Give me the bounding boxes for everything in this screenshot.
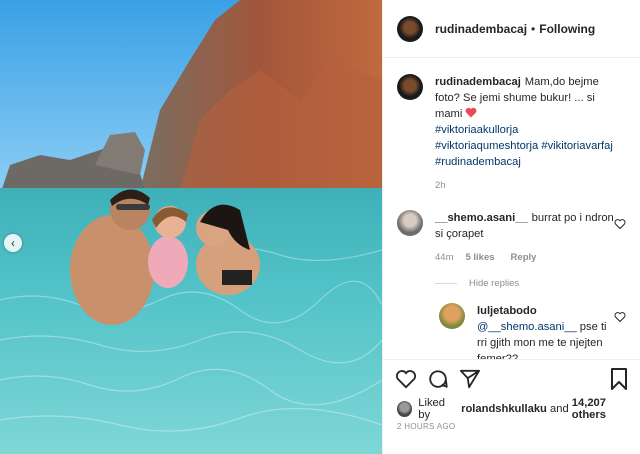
actions-divider [383,359,640,360]
instagram-post: ‹ rudinadembacaj • Following rudinademba… [0,0,640,454]
post-header: rudinadembacaj • Following [383,0,640,58]
reply-avatar[interactable] [439,303,465,329]
comment-icon [429,370,448,388]
comment-meta: 44m 5 likes Reply [435,250,615,266]
comment-button[interactable] [427,368,449,390]
share-button[interactable] [459,368,481,390]
carousel-prev-button[interactable]: ‹ [4,234,22,252]
caption-body: rudinadembacaj Mam,do bejme foto? Se jemi… [435,74,615,194]
comment-body: __shemo.asani__ burrat po i ndron si çora… [435,210,615,266]
caption-meta: 2h [435,178,615,194]
beach-family-photo [0,0,382,454]
replies-divider-line [435,283,457,284]
caption: rudinadembacaj Mam,do bejme foto? Se jemi… [397,74,626,194]
post-timestamp[interactable]: 2 HOURS AGO [397,422,455,431]
caption-avatar[interactable] [397,74,423,100]
liked-by-others[interactable]: 14,207 others [572,397,640,421]
comment-item: __shemo.asani__ burrat po i ndron si çora… [397,210,626,266]
caption-time[interactable]: 2h [435,178,446,194]
liked-by-user[interactable]: rolandshkullaku [461,403,547,415]
bookmark-icon [611,368,627,390]
reply-mention[interactable]: @__shemo.asani__ [477,321,577,333]
comment-time[interactable]: 44m [435,250,453,266]
save-button[interactable] [608,368,630,390]
post-photo[interactable]: ‹ [0,0,382,454]
liked-by-conjunction: and [550,403,569,415]
author-username[interactable]: rudinadembacaj [435,22,527,36]
comment-like-heart-icon[interactable] [614,218,626,230]
hashtag[interactable]: #viktoriaqumeshtorja [435,140,538,152]
liked-by-row: Liked by rolandshkullaku and 14,207 othe… [397,397,640,421]
separator-dot: • [531,21,536,36]
reply-like-heart-icon[interactable] [614,311,626,323]
hide-replies-toggle[interactable]: Hide replies [435,278,626,289]
heart-icon [395,370,417,389]
reply-username[interactable]: luljetabodo [477,305,537,317]
liker-avatar[interactable] [397,401,413,417]
caption-username[interactable]: rudinadembacaj [435,76,521,88]
liked-by-prefix: Liked by [418,397,445,421]
chevron-left-icon: ‹ [11,236,15,250]
comment-username[interactable]: __shemo.asani__ [435,212,528,224]
author-avatar[interactable] [397,15,423,42]
comments-section: rudinadembacaj Mam,do bejme foto? Se jemi… [383,58,640,360]
comment-likes[interactable]: 5 likes [465,250,494,266]
action-bar [395,364,630,394]
reply-body: luljetabodo @__shemo.asani__ pse ti rri … [477,303,617,360]
commenter-avatar[interactable] [397,210,423,236]
following-button[interactable]: Following [539,22,595,36]
hashtag[interactable]: #viktoriaakullorja [435,124,518,136]
hashtag[interactable]: #rudinadembacaj [435,156,521,168]
post-side-panel: rudinadembacaj • Following rudinadembaca… [382,0,640,454]
share-icon [459,369,480,389]
hide-replies-label: Hide replies [469,278,520,289]
reply-button[interactable]: Reply [511,250,537,266]
heart-emoji-icon [466,107,477,118]
like-button[interactable] [395,368,417,390]
hashtag[interactable]: #vikitoriavarfaj [541,140,613,152]
reply-item: luljetabodo @__shemo.asani__ pse ti rri … [439,303,626,360]
